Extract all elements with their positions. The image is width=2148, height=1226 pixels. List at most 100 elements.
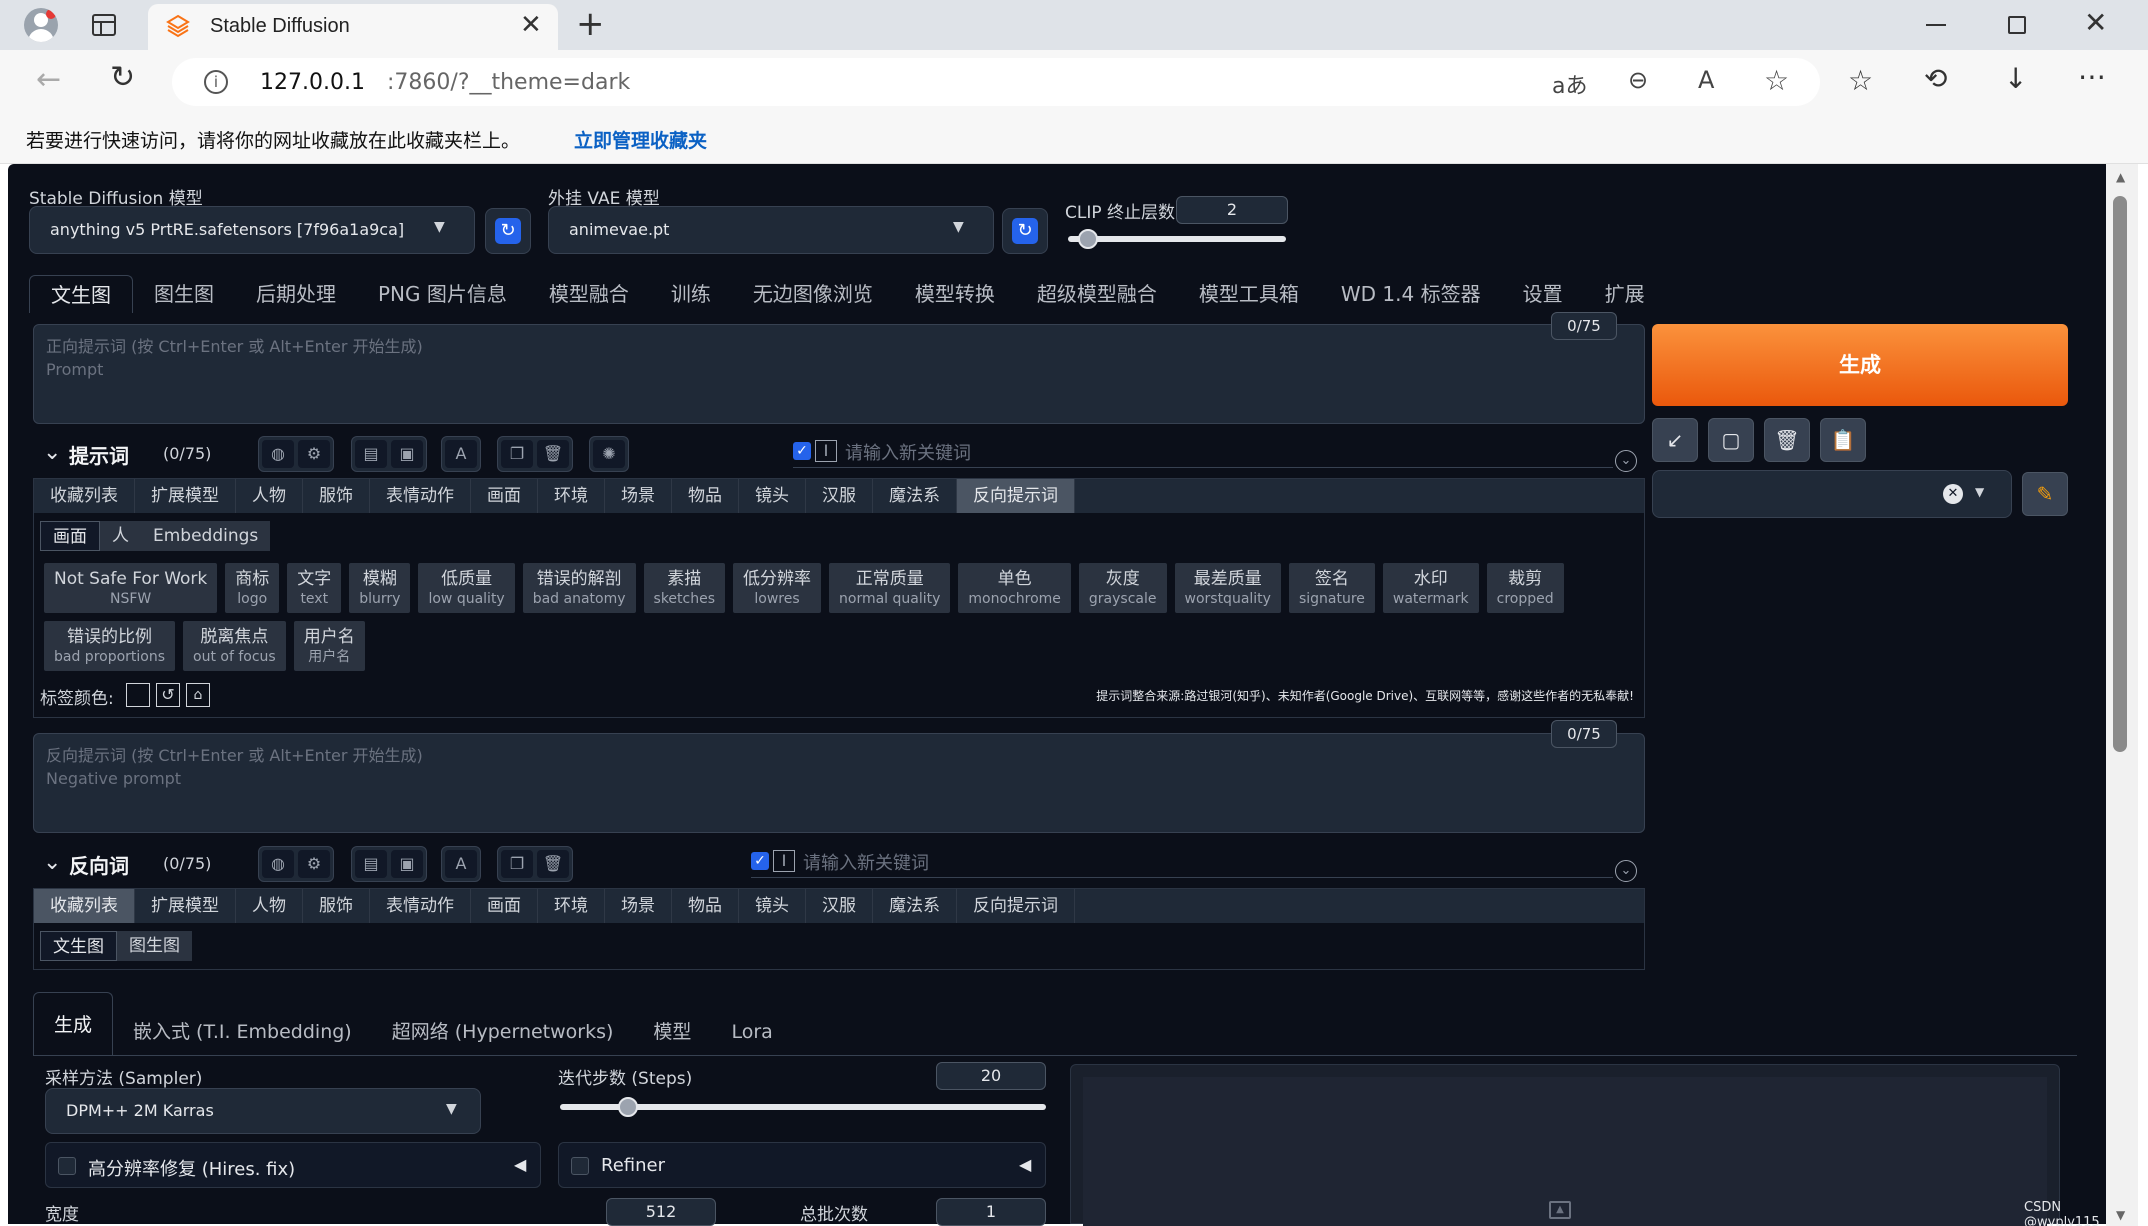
tag-chip-6[interactable]: 素描 sketches [643, 563, 726, 613]
subtab-1[interactable]: 人 [100, 521, 141, 551]
back-icon[interactable]: ← [36, 62, 61, 97]
sd-model-select[interactable]: anything v5 PrtRE.safetensors [7f96a1a9c… [29, 206, 475, 254]
category-tab-1[interactable]: 扩展模型 [135, 479, 236, 513]
settings-gear-icon[interactable]: ⚙ [298, 850, 330, 878]
refresh-page-icon[interactable]: ↻ [110, 60, 135, 95]
hires-fix-accordion[interactable]: 高分辨率修复 (Hires. fix) ◀ [45, 1142, 541, 1188]
tag-chip-17[interactable]: 用户名 用户名 [293, 621, 365, 671]
tag-chip-13[interactable]: 水印 watermark [1382, 563, 1479, 613]
vae-select[interactable]: animevae.pt ▼ [548, 206, 994, 254]
close-tab-icon[interactable]: ✕ [520, 10, 542, 40]
copy-icon[interactable]: ❐ [501, 440, 533, 468]
downloads-icon[interactable]: ↓ [2004, 62, 2027, 95]
favorite-star-icon[interactable]: ☆ [1764, 64, 1789, 97]
scrollbar-thumb[interactable] [2113, 196, 2127, 752]
steps-slider-knob[interactable] [618, 1097, 639, 1117]
settings-tab-4[interactable]: Lora [711, 1008, 792, 1056]
clear-x-icon[interactable]: ✕ [1943, 484, 1963, 504]
main-tab-3[interactable]: PNG 图片信息 [357, 275, 528, 313]
main-tab-9[interactable]: 模型工具箱 [1178, 275, 1320, 313]
main-tab-0[interactable]: 文生图 [29, 275, 133, 313]
category-tab-8[interactable]: 物品 [672, 479, 739, 513]
tag-chip-11[interactable]: 最差质量 worstquality [1174, 563, 1281, 613]
expand-circle-icon[interactable]: ⌄ [1615, 860, 1637, 882]
trash-bin-icon[interactable]: 🗑 [1764, 418, 1810, 462]
category-tab-11[interactable]: 魔法系 [873, 479, 957, 513]
clip-slider-knob[interactable] [1077, 229, 1098, 249]
collapse-icon[interactable]: ⌄ [43, 850, 61, 875]
negative-keyword-input[interactable]: 请输入新关键词 [803, 849, 929, 875]
favorites-icon[interactable]: ☆ [1848, 64, 1873, 97]
openai-icon[interactable]: ✺ [593, 440, 625, 468]
main-tab-8[interactable]: 超级模型融合 [1016, 275, 1178, 313]
settings-tab-1[interactable]: 嵌入式 (T.I. Embedding) [113, 1008, 372, 1056]
tab-actions-icon[interactable] [92, 14, 116, 36]
refiner-accordion[interactable]: Refiner ◀ [558, 1142, 1046, 1188]
collapse-icon[interactable]: ⌄ [43, 440, 61, 465]
load-file-icon[interactable]: ▤ [355, 850, 387, 878]
tag-chip-14[interactable]: 裁剪 cropped [1486, 563, 1564, 613]
sampler-select[interactable]: DPM++ 2M Karras ▼ [45, 1088, 481, 1134]
expand-circle-icon[interactable]: ⌄ [1615, 450, 1637, 472]
read-aloud-icon[interactable]: A [1698, 66, 1714, 94]
tag-chip-15[interactable]: 错误的比例 bad proportions [44, 621, 176, 671]
main-tab-10[interactable]: WD 1.4 标签器 [1320, 275, 1502, 313]
category-tab-7[interactable]: 场景 [605, 479, 672, 513]
main-tab-7[interactable]: 模型转换 [894, 275, 1016, 313]
refresh-vae-button[interactable]: ↻ [1002, 208, 1048, 254]
clear-square-icon[interactable]: ▢ [1708, 418, 1754, 462]
restore-icon[interactable] [2008, 16, 2026, 34]
import-image-icon[interactable]: ▣ [391, 850, 423, 878]
negative-subtab-0[interactable]: 文生图 [40, 931, 117, 961]
tag-chip-7[interactable]: 低分辨率 lowres [733, 563, 822, 613]
copy-icon[interactable]: ❐ [501, 850, 533, 878]
tag-chip-12[interactable]: 签名 signature [1288, 563, 1375, 613]
chevron-down-icon[interactable]: ▼ [1975, 485, 1984, 499]
clipboard-icon[interactable]: 📋 [1820, 418, 1866, 462]
url-field[interactable]: i 127.0.0.1 :7860/?__theme=dark aあ ⊖ A ☆ [172, 58, 1820, 106]
negative-category-tab-5[interactable]: 画面 [471, 889, 538, 923]
prompt-textarea[interactable]: 正向提示词 (按 Ctrl+Enter 或 Alt+Enter 开始生成) Pr… [33, 324, 1645, 424]
tag-chip-1[interactable]: 商标 logo [225, 563, 280, 613]
trash-icon[interactable]: 🗑 [537, 850, 569, 878]
settings-tab-2[interactable]: 超网络 (Hypernetworks) [372, 1008, 634, 1056]
category-tab-0[interactable]: 收藏列表 [34, 479, 135, 513]
reset-color-icon[interactable]: ↺ [156, 683, 180, 707]
settings-gear-icon[interactable]: ⚙ [298, 440, 330, 468]
save-color-icon[interactable]: ⌂ [186, 683, 210, 707]
styles-select[interactable]: ✕ ▼ [1652, 470, 2012, 518]
trash-icon[interactable]: 🗑 [537, 440, 569, 468]
negative-category-tab-2[interactable]: 人物 [236, 889, 303, 923]
negative-category-tab-0[interactable]: 收藏列表 [34, 889, 135, 923]
hires-fix-checkbox[interactable] [58, 1157, 76, 1175]
main-tab-1[interactable]: 图生图 [133, 275, 235, 313]
negative-category-tab-6[interactable]: 环境 [538, 889, 605, 923]
translate-globe-icon[interactable]: ◍ [262, 440, 294, 468]
negative-category-tab-1[interactable]: 扩展模型 [135, 889, 236, 923]
category-tab-4[interactable]: 表情动作 [370, 479, 471, 513]
ab-translate-icon[interactable]: A [445, 440, 477, 468]
keyword-input[interactable]: 请输入新关键词 [845, 439, 971, 465]
browser-tab[interactable]: Stable Diffusion ✕ [148, 4, 558, 50]
color-swatch[interactable] [126, 683, 150, 707]
clip-slider[interactable] [1068, 236, 1286, 242]
load-file-icon[interactable]: ▤ [355, 440, 387, 468]
translate-icon[interactable]: aあ [1552, 68, 1587, 100]
close-window-icon[interactable]: ✕ [2084, 6, 2107, 39]
negative-keyword-checkbox[interactable]: ✓ [751, 852, 769, 870]
refiner-checkbox[interactable] [571, 1157, 589, 1175]
import-image-icon[interactable]: ▣ [391, 440, 423, 468]
ab-translate-icon[interactable]: A [445, 850, 477, 878]
clip-value-input[interactable]: 2 [1176, 196, 1288, 224]
negative-category-tab-3[interactable]: 服饰 [303, 889, 370, 923]
main-tab-4[interactable]: 模型融合 [528, 275, 650, 313]
negative-prompt-textarea[interactable]: 反向提示词 (按 Ctrl+Enter 或 Alt+Enter 开始生成) Ne… [33, 733, 1645, 833]
category-tab-6[interactable]: 环境 [538, 479, 605, 513]
category-tab-2[interactable]: 人物 [236, 479, 303, 513]
keyword-enable-checkbox[interactable]: ✓ [793, 442, 811, 460]
negative-category-tab-4[interactable]: 表情动作 [370, 889, 471, 923]
settings-tab-0[interactable]: 生成 [33, 992, 114, 1056]
tag-chip-9[interactable]: 单色 monochrome [958, 563, 1071, 613]
main-tab-5[interactable]: 训练 [650, 275, 732, 313]
category-tab-9[interactable]: 镜头 [739, 479, 806, 513]
